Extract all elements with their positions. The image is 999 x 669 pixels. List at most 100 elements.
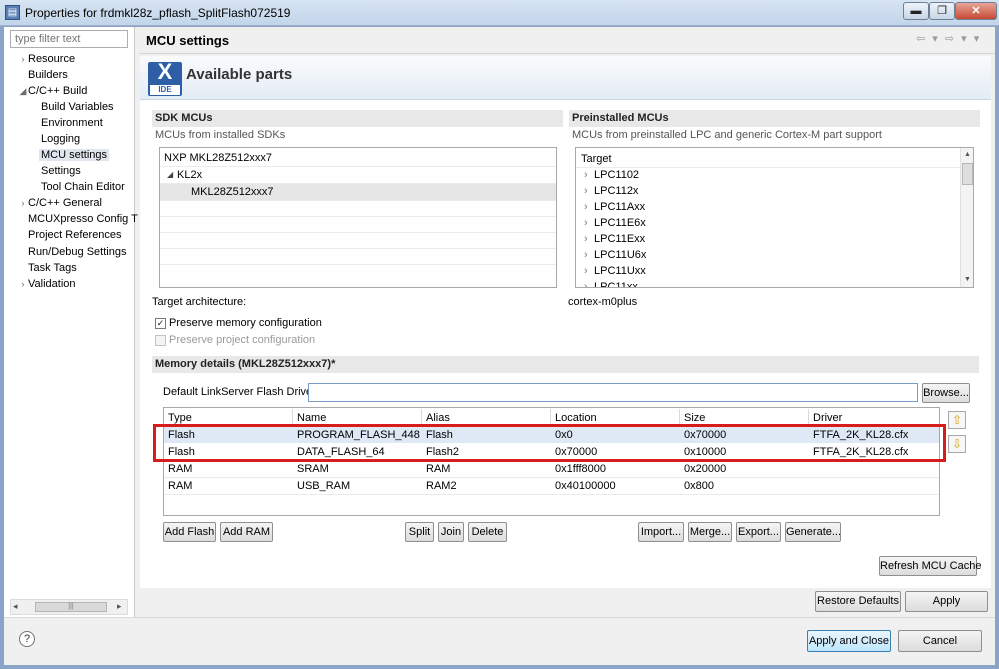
column-header-size[interactable]: Size bbox=[684, 411, 705, 425]
join-button[interactable]: Join bbox=[438, 522, 464, 542]
table-row[interactable]: RAM USB_RAM RAM2 0x40100000 0x800 bbox=[164, 478, 939, 494]
move-down-icon[interactable]: ⇩ bbox=[948, 435, 966, 453]
table-row[interactable]: RAM SRAM RAM 0x1fff8000 0x20000 bbox=[164, 461, 939, 477]
properties-app-icon: ▤ bbox=[5, 5, 20, 20]
preinstalled-item[interactable]: › LPC11Uxx bbox=[584, 263, 646, 279]
add-flash-button[interactable]: Add Flash bbox=[163, 522, 216, 542]
filter-input[interactable] bbox=[10, 30, 128, 48]
apply-and-close-button[interactable]: Apply and Close bbox=[807, 630, 891, 652]
tree-item-label: Resource bbox=[28, 53, 76, 65]
column-header-driver[interactable]: Driver bbox=[813, 411, 842, 425]
collapse-arrow-icon[interactable]: ◢ bbox=[18, 83, 28, 99]
preserve-project-checkbox[interactable] bbox=[155, 335, 166, 346]
column-header-name[interactable]: Name bbox=[297, 411, 326, 425]
cell-type: RAM bbox=[168, 463, 193, 475]
preserve-memory-checkbox[interactable]: ✓ bbox=[155, 318, 166, 329]
preinstalled-item-label: LPC112x bbox=[594, 185, 639, 197]
restore-defaults-button[interactable]: Restore Defaults bbox=[815, 591, 901, 612]
sdk-tree-item-family[interactable]: ◢ KL2x bbox=[164, 167, 556, 183]
help-icon[interactable]: ? bbox=[19, 631, 35, 647]
cell-location: 0x40100000 bbox=[555, 480, 616, 492]
expand-arrow-icon[interactable]: › bbox=[584, 265, 588, 277]
refresh-mcu-cache-button[interactable]: Refresh MCU Cache bbox=[879, 556, 981, 576]
tree-item-label: Logging bbox=[41, 133, 81, 145]
preinstalled-mcus-subheading: MCUs from preinstalled LPC and generic C… bbox=[572, 129, 882, 141]
tree-item-label: Builders bbox=[28, 69, 68, 81]
sdk-tree-item-vendor[interactable]: NXP MKL28Z512xxx7 bbox=[164, 150, 556, 166]
scroll-thumb[interactable] bbox=[962, 163, 973, 185]
merge-button[interactable]: Merge... bbox=[688, 522, 732, 542]
column-header-location[interactable]: Location bbox=[555, 411, 597, 425]
scroll-up-icon[interactable]: ▲ bbox=[961, 149, 973, 161]
generate-button[interactable]: Generate... bbox=[785, 522, 841, 542]
maximize-button[interactable]: ❐ bbox=[929, 2, 955, 20]
tree-horizontal-scrollbar[interactable]: ◂ ||| ▸ bbox=[10, 599, 128, 615]
sdk-mcu-tree: NXP MKL28Z512xxx7 ◢ KL2x MKL28Z512xxx7 bbox=[159, 147, 557, 288]
apply-button[interactable]: Apply bbox=[905, 591, 988, 612]
import-button[interactable]: Import... bbox=[638, 522, 684, 542]
scroll-thumb[interactable]: ||| bbox=[35, 602, 107, 612]
preinstalled-vertical-scrollbar[interactable]: ▲ ▼ bbox=[960, 148, 973, 287]
page-navigation-icons[interactable]: ⇦ ▾ ⇨ ▾ ▾ bbox=[916, 32, 981, 45]
row-divider bbox=[160, 232, 556, 233]
preinstalled-item-label: LPC11Exx bbox=[594, 233, 646, 245]
column-header-alias[interactable]: Alias bbox=[426, 411, 450, 425]
tree-item-label: Project References bbox=[28, 229, 122, 241]
move-up-icon[interactable]: ⇧ bbox=[948, 411, 966, 429]
target-column-header[interactable]: Target bbox=[581, 151, 612, 167]
export-button[interactable]: Export... bbox=[736, 522, 781, 542]
preinstalled-item[interactable]: › LPC112x bbox=[584, 183, 638, 199]
tree-item-mcu-settings[interactable]: MCU settings bbox=[39, 147, 110, 163]
flash-driver-input[interactable] bbox=[308, 383, 918, 402]
sdk-tree-item-part[interactable]: MKL28Z512xxx7 bbox=[160, 184, 556, 200]
expand-arrow-icon[interactable]: › bbox=[584, 169, 588, 181]
cell-type: RAM bbox=[168, 480, 193, 492]
tree-item-label: C/C++ Build bbox=[28, 85, 88, 97]
expand-arrow-icon[interactable]: › bbox=[18, 51, 28, 67]
column-header-type[interactable]: Type bbox=[168, 411, 192, 425]
tree-item-logging[interactable]: Logging bbox=[41, 131, 80, 147]
preinstalled-item[interactable]: › LPC11Exx bbox=[584, 231, 645, 247]
browse-button[interactable]: Browse... bbox=[922, 383, 970, 403]
scroll-right-icon[interactable]: ▸ bbox=[117, 601, 122, 612]
row-divider bbox=[160, 248, 556, 249]
cell-alias: RAM bbox=[426, 463, 451, 475]
cell-alias: RAM2 bbox=[426, 480, 457, 492]
expand-arrow-icon[interactable]: › bbox=[584, 201, 588, 213]
expand-arrow-icon[interactable]: › bbox=[584, 217, 588, 229]
scroll-left-icon[interactable]: ◂ bbox=[13, 601, 18, 612]
tree-item-label: Run/Debug Settings bbox=[28, 246, 127, 258]
tree-item-tool-chain-editor[interactable]: Tool Chain Editor bbox=[41, 179, 125, 195]
preinstalled-item[interactable]: › LPC11E6x bbox=[584, 215, 646, 231]
expand-arrow-icon[interactable]: › bbox=[584, 249, 588, 261]
preserve-project-label: Preserve project configuration bbox=[169, 334, 316, 346]
preinstalled-item[interactable]: › LPC11xx bbox=[584, 279, 638, 287]
close-button[interactable]: ✕ bbox=[955, 2, 997, 20]
add-ram-button[interactable]: Add RAM bbox=[220, 522, 273, 542]
scroll-down-icon[interactable]: ▼ bbox=[961, 274, 973, 286]
preinstalled-item[interactable]: › LPC1102 bbox=[584, 167, 639, 183]
expand-arrow-icon[interactable]: › bbox=[584, 185, 588, 197]
page-header bbox=[139, 28, 995, 54]
cell-name: USB_RAM bbox=[297, 480, 351, 492]
flash-rows-highlight bbox=[153, 424, 946, 462]
expand-arrow-icon[interactable]: › bbox=[18, 276, 28, 292]
row-divider bbox=[164, 494, 939, 495]
collapse-arrow-icon[interactable]: ◢ bbox=[167, 167, 173, 183]
expand-arrow-icon[interactable]: › bbox=[584, 233, 588, 245]
cancel-button[interactable]: Cancel bbox=[898, 630, 982, 652]
delete-button[interactable]: Delete bbox=[468, 522, 507, 542]
target-architecture-label: Target architecture: bbox=[152, 296, 247, 308]
expand-arrow-icon[interactable]: › bbox=[18, 195, 28, 211]
preinstalled-item[interactable]: › LPC11U6x bbox=[584, 247, 646, 263]
preinstalled-item[interactable]: › LPC11Axx bbox=[584, 199, 645, 215]
available-parts-title: Available parts bbox=[186, 66, 293, 83]
tree-item-build-variables[interactable]: Build Variables bbox=[41, 99, 114, 115]
split-button[interactable]: Split bbox=[405, 522, 434, 542]
tree-item-settings[interactable]: Settings bbox=[41, 163, 81, 179]
target-architecture-value: cortex-m0plus bbox=[568, 296, 638, 308]
preinstalled-item-label: LPC11xx bbox=[594, 281, 638, 288]
minimize-button[interactable]: ▬ bbox=[903, 2, 929, 20]
tree-item-environment[interactable]: Environment bbox=[41, 115, 103, 131]
expand-arrow-icon[interactable]: › bbox=[584, 281, 588, 287]
